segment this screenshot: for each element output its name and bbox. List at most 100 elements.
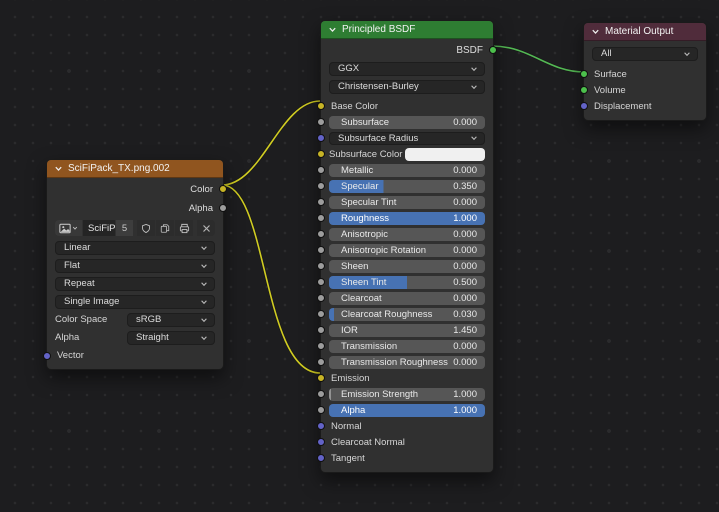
socket-color-output[interactable]: [219, 185, 227, 193]
socket-clearcoat[interactable]: [317, 294, 325, 302]
socket-volume-input[interactable]: [580, 86, 588, 94]
socket-emission[interactable]: [317, 374, 325, 382]
specular-tint-slider[interactable]: Specular Tint 0.000: [329, 196, 485, 209]
collapse-chevron-icon[interactable]: [591, 27, 600, 36]
anisotropic-rotation-slider[interactable]: Anisotropic Rotation 0.000: [329, 244, 485, 257]
source-dropdown[interactable]: Single Image: [55, 295, 215, 309]
image-texture-node-header[interactable]: SciFiPack_TX.png.002: [47, 160, 223, 178]
socket-alpha[interactable]: [317, 406, 325, 414]
slider-label: Clearcoat Roughness: [329, 309, 453, 320]
collapse-chevron-icon[interactable]: [54, 164, 63, 173]
new-image-button[interactable]: [156, 220, 174, 236]
anisotropic-slider[interactable]: Anisotropic 0.000: [329, 228, 485, 241]
principled-bsdf-node-header[interactable]: Principled BSDF: [321, 21, 493, 39]
socket-bsdf-output[interactable]: [489, 46, 497, 54]
socket-tangent[interactable]: [317, 454, 325, 462]
metallic-slider[interactable]: Metallic 0.000: [329, 164, 485, 177]
color-space-dropdown[interactable]: sRGB: [127, 313, 215, 327]
socket-subsurface-color[interactable]: [317, 150, 325, 158]
socket-clearcoat-normal[interactable]: [317, 438, 325, 446]
socket-surface-input[interactable]: [580, 70, 588, 78]
socket-sheen[interactable]: [317, 262, 325, 270]
alpha-slider[interactable]: Alpha 1.000: [329, 404, 485, 417]
target-dropdown[interactable]: All: [592, 47, 698, 61]
roughness-row: Roughness 1.000: [329, 210, 485, 226]
sheen-tint-slider[interactable]: Sheen Tint 0.500: [329, 276, 485, 289]
dropdown-value: Single Image: [62, 296, 200, 307]
collapse-chevron-icon[interactable]: [328, 25, 337, 34]
chevron-down-icon: [200, 334, 208, 342]
socket-alpha-output[interactable]: [219, 204, 227, 212]
vector-input-row: Vector: [55, 348, 215, 363]
socket-displacement-input[interactable]: [580, 102, 588, 110]
material-output-node[interactable]: Material Output All Surface Volume Displ…: [583, 22, 707, 121]
socket-subsurface-radius[interactable]: [317, 134, 325, 142]
sheen-slider[interactable]: Sheen 0.000: [329, 260, 485, 273]
socket-transmission-roughness[interactable]: [317, 358, 325, 366]
pack-image-button[interactable]: [175, 220, 193, 236]
socket-normal[interactable]: [317, 422, 325, 430]
socket-specular-tint[interactable]: [317, 198, 325, 206]
extension-dropdown[interactable]: Repeat: [55, 277, 215, 291]
socket-emission-strength[interactable]: [317, 390, 325, 398]
material-output-node-header[interactable]: Material Output: [584, 23, 706, 41]
socket-sheen-tint[interactable]: [317, 278, 325, 286]
socket-vector-input[interactable]: [43, 352, 51, 360]
specular-slider[interactable]: Specular 0.350: [329, 180, 485, 193]
image-users-count-button[interactable]: 5: [116, 220, 133, 236]
socket-metallic[interactable]: [317, 166, 325, 174]
shader-editor-canvas[interactable]: SciFiPack_TX.png.002 Color Alpha SciFiPa…: [0, 0, 719, 512]
dropdown-value: GGX: [336, 63, 470, 74]
subsurface-method-dropdown[interactable]: Christensen-Burley: [329, 80, 485, 94]
subsurface-color-swatch[interactable]: [405, 148, 485, 161]
slider-label: Alpha: [329, 405, 453, 416]
subsurface-radius-dropdown[interactable]: Subsurface Radius: [329, 132, 485, 145]
socket-clearcoat-roughness[interactable]: [317, 310, 325, 318]
distribution-dropdown[interactable]: GGX: [329, 62, 485, 76]
clearcoat-roughness-slider[interactable]: Clearcoat Roughness 0.030: [329, 308, 485, 321]
socket-ior[interactable]: [317, 326, 325, 334]
slider-value: 1.000: [453, 389, 485, 400]
dropdown-value: All: [599, 48, 683, 59]
slider-value: 0.000: [453, 165, 485, 176]
clearcoat-normal-row: Clearcoat Normal: [329, 434, 485, 450]
duplicate-icon: [160, 223, 170, 234]
alpha-mode-dropdown[interactable]: Straight: [127, 331, 215, 345]
wire-color-to-emission: [222, 185, 320, 373]
subsurface-row: Subsurface 0.000: [329, 114, 485, 130]
displacement-input-row: Displacement: [592, 98, 698, 114]
wire-bsdf-to-surface: [492, 46, 584, 72]
principled-bsdf-node[interactable]: Principled BSDF BSDF GGX Christensen-Bur…: [320, 20, 494, 473]
socket-base-color[interactable]: [317, 102, 325, 110]
transmission-slider[interactable]: Transmission 0.000: [329, 340, 485, 353]
image-texture-node[interactable]: SciFiPack_TX.png.002 Color Alpha SciFiPa…: [46, 159, 224, 370]
slider-label: IOR: [329, 325, 453, 336]
socket-anisotropic[interactable]: [317, 230, 325, 238]
subsurface-slider[interactable]: Subsurface 0.000: [329, 116, 485, 129]
image-name-field[interactable]: SciFiPack_T...: [83, 220, 115, 236]
clearcoat-slider[interactable]: Clearcoat 0.000: [329, 292, 485, 305]
transmission-roughness-slider[interactable]: Transmission Roughness 0.000: [329, 356, 485, 369]
input-label: Emission: [329, 373, 370, 384]
slider-value: 0.500: [453, 277, 485, 288]
socket-specular[interactable]: [317, 182, 325, 190]
unlink-button[interactable]: [197, 220, 215, 236]
slider-label: Specular Tint: [329, 197, 453, 208]
ior-slider[interactable]: IOR 1.450: [329, 324, 485, 337]
slider-label: Metallic: [329, 165, 453, 176]
emission-strength-slider[interactable]: Emission Strength 1.000: [329, 388, 485, 401]
specular-tint-row: Specular Tint 0.000: [329, 194, 485, 210]
interpolation-dropdown[interactable]: Linear: [55, 241, 215, 255]
chevron-down-icon: [470, 65, 478, 73]
image-browse-button[interactable]: [55, 220, 82, 236]
socket-subsurface[interactable]: [317, 118, 325, 126]
projection-dropdown[interactable]: Flat: [55, 259, 215, 273]
fake-user-button[interactable]: [137, 220, 155, 236]
normal-row: Normal: [329, 418, 485, 434]
socket-anisotropic-rotation[interactable]: [317, 246, 325, 254]
roughness-slider[interactable]: Roughness 1.000: [329, 212, 485, 225]
socket-transmission[interactable]: [317, 342, 325, 350]
dropdown-value: Straight: [134, 332, 200, 343]
subsurface-radius-row: Subsurface Radius: [329, 130, 485, 146]
socket-roughness[interactable]: [317, 214, 325, 222]
